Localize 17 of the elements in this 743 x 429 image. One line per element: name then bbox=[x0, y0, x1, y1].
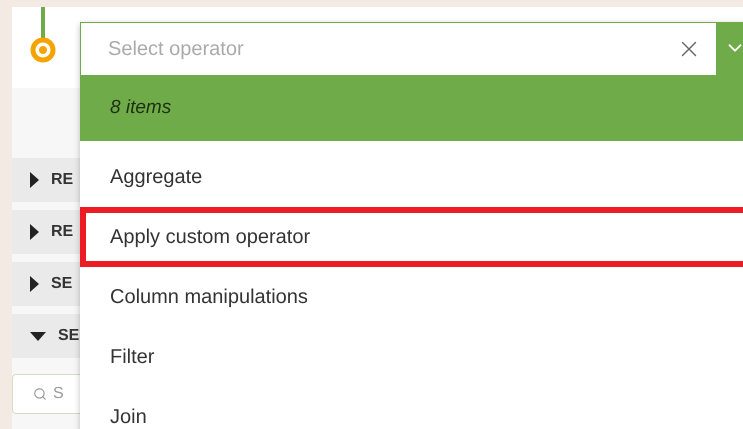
section-title: SE bbox=[58, 326, 80, 346]
caret-right-icon bbox=[30, 224, 39, 240]
operator-option[interactable]: Join bbox=[80, 387, 743, 429]
operator-option[interactable]: Apply custom operator bbox=[80, 207, 743, 267]
item-count: 8 items bbox=[80, 75, 743, 141]
caret-down-icon bbox=[30, 332, 46, 340]
section-title: SE bbox=[51, 274, 72, 294]
section-title: RE bbox=[51, 222, 74, 242]
operator-option[interactable]: Filter bbox=[80, 327, 743, 387]
caret-right-icon bbox=[30, 276, 39, 292]
caret-right-icon bbox=[30, 172, 39, 188]
operator-option[interactable]: Column manipulations bbox=[80, 267, 743, 327]
search-icon bbox=[33, 387, 47, 401]
operator-option[interactable]: Aggregate bbox=[80, 147, 743, 207]
operator-input[interactable]: Select operator bbox=[80, 23, 716, 75]
operator-search[interactable]: Select operator bbox=[108, 34, 676, 64]
section-title: RE bbox=[51, 170, 74, 190]
